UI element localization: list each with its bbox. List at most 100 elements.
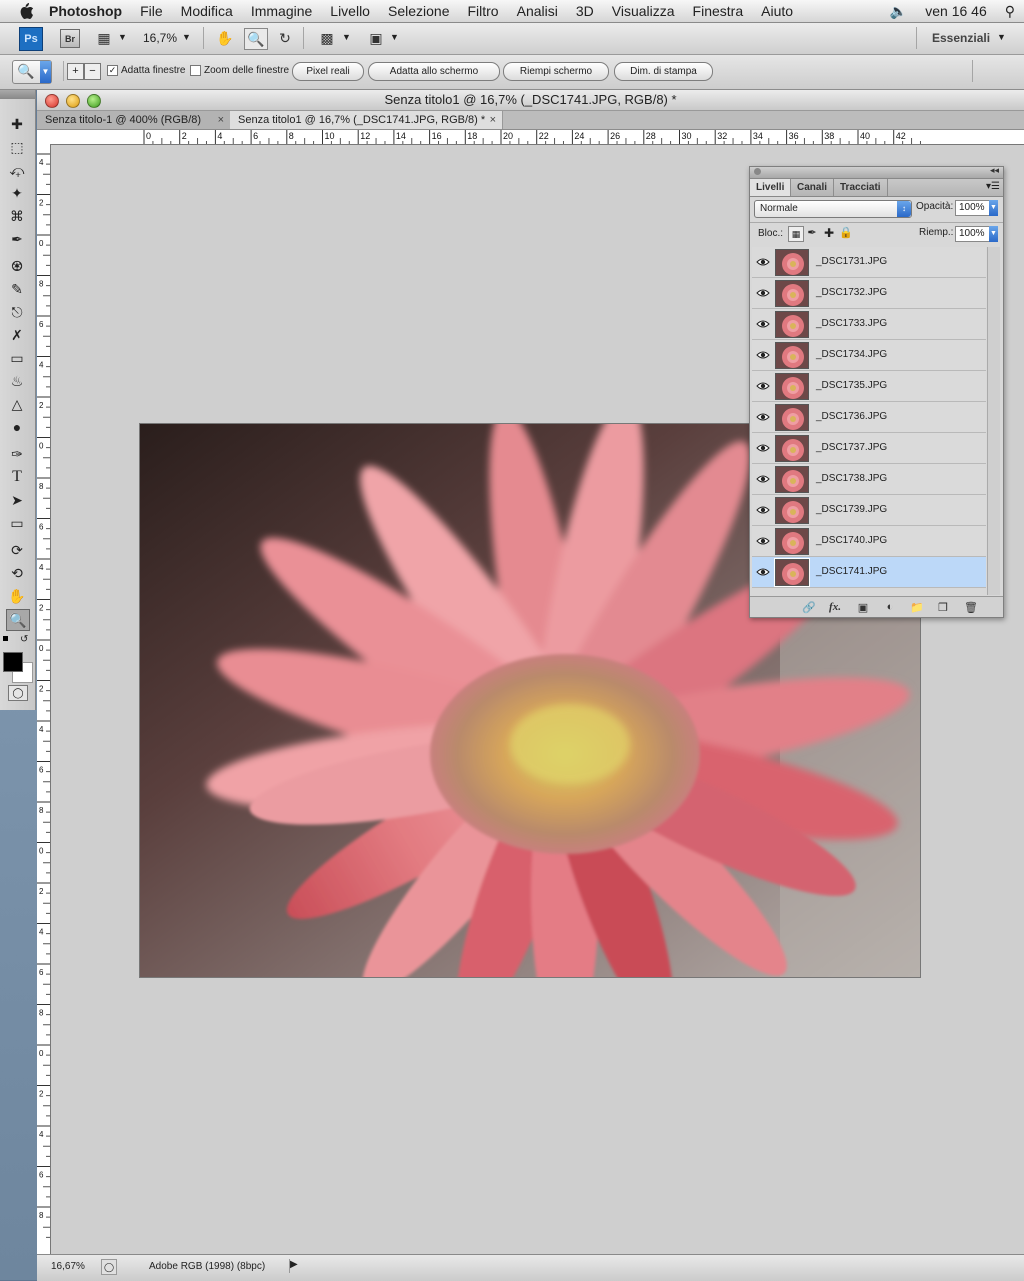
eyedropper-tool-icon[interactable]: ✒ [6,229,28,249]
document-title-bar[interactable]: Senza titolo1 @ 16,7% (_DSC1741.JPG, RGB… [37,90,1024,111]
eraser-tool-icon[interactable]: ▭ [6,348,28,368]
quick-mask-icon[interactable]: ◯ [8,685,28,701]
pixel-reali-button[interactable]: Pixel reali [292,62,364,81]
visibility-eye-icon[interactable] [756,534,770,548]
opacity-chevron-icon[interactable]: ▼ [989,200,998,216]
menu-filtro[interactable]: Filtro [458,3,507,19]
marquee-tool-icon[interactable]: ⬚ [6,137,28,157]
adjustment-layer-icon[interactable]: ◐ [883,600,897,614]
swap-colors-icon[interactable]: ↺ [20,634,28,645]
chevron-down-icon[interactable]: ▼ [390,32,399,42]
paint-bucket-tool-icon[interactable]: ♨ [6,371,28,391]
healing-brush-tool-icon[interactable]: ♼ [6,256,28,276]
vertical-ruler[interactable]: 4 2 0 8 6 4 2 0 8 6 4 2 0 2 4 6 8 0 2 4 6 8 0 2 4 6 8 [37,144,51,1254]
add-mask-icon[interactable]: ▣ [856,600,870,614]
chevron-down-icon[interactable]: ▼ [118,32,127,42]
fx-icon[interactable]: fx. [828,600,842,614]
panel-collapse-icon[interactable]: ◂◂ [990,165,999,176]
visibility-eye-icon[interactable] [756,317,770,331]
layer-row[interactable]: _DSC1732.JPG [752,278,986,309]
lock-transparency-icon[interactable]: ▦ [788,226,804,242]
shape-tool-icon[interactable]: ▭ [6,513,28,533]
chevron-down-icon[interactable]: ▼ [342,32,351,42]
zoom-level-field[interactable]: 16,7% [143,31,177,45]
volume-icon[interactable]: 🔈 [881,3,916,20]
zoom-out-icon[interactable]: − [84,63,101,80]
tab-document-1[interactable]: Senza titolo-1 @ 400% (RGB/8) × [37,111,231,129]
lasso-tool-icon[interactable]: ⤽ [6,160,28,180]
arrange-documents-icon[interactable]: ▩ [318,29,336,47]
layer-row[interactable]: _DSC1739.JPG [752,495,986,526]
screen-mode-icon[interactable]: ▣ [367,29,385,47]
tab-tracciati[interactable]: Tracciati [834,179,888,196]
layer-row[interactable]: _DSC1736.JPG [752,402,986,433]
history-brush-tool-icon[interactable]: ✗ [6,325,28,345]
ruler-origin[interactable] [37,130,51,145]
trash-icon[interactable]: 🗑 [964,600,978,614]
tab-canali[interactable]: Canali [791,179,835,196]
zoom-readout[interactable]: 16,67% [51,1261,85,1272]
path-selection-tool-icon[interactable]: ➤ [6,490,28,510]
visibility-eye-icon[interactable] [756,472,770,486]
zoom-tool-icon[interactable]: 🔍 [6,609,30,631]
layer-row[interactable]: _DSC1735.JPG [752,371,986,402]
rotate-view-icon[interactable]: ↻ [276,29,294,47]
blur-tool-icon[interactable]: △ [6,394,28,414]
tool-preset-picker[interactable]: 🔍 ▼ [12,60,52,84]
foreground-color-swatch[interactable] [3,652,23,672]
visibility-eye-icon[interactable] [756,410,770,424]
visibility-eye-icon[interactable] [756,348,770,362]
clone-stamp-tool-icon[interactable]: ⎋ [6,302,28,322]
visibility-eye-icon[interactable] [756,441,770,455]
layer-row[interactable]: _DSC1737.JPG [752,433,986,464]
minimize-window-icon[interactable] [66,94,80,108]
zoom-window-icon[interactable] [87,94,101,108]
riempi-schermo-button[interactable]: Riempi schermo [503,62,609,81]
blend-mode-select[interactable]: Normale ↕ [754,200,912,218]
lock-pixels-icon[interactable]: ✒ [805,226,819,240]
visibility-eye-icon[interactable] [756,503,770,517]
menu-clock[interactable]: ven 16 46 [916,3,996,19]
fill-chevron-icon[interactable]: ▼ [989,226,998,242]
panel-menu-icon[interactable]: ▾☰ [986,181,1000,192]
lock-all-icon[interactable]: 🔒 [839,226,853,240]
link-layers-icon[interactable]: 🔗 [802,600,816,614]
adatta-finestre-checkbox[interactable]: ✓ [107,65,118,76]
lock-position-icon[interactable]: ✚ [822,226,836,240]
panel-header[interactable]: ◂◂ [750,165,1003,179]
zoom-finestre-checkbox[interactable] [190,65,201,76]
status-arrow-icon[interactable]: ▶ [289,1259,300,1273]
menu-visualizza[interactable]: Visualizza [603,3,684,19]
pen-tool-icon[interactable]: ✑ [6,444,28,464]
status-menu-icon[interactable]: ◯ [101,1259,117,1275]
new-layer-icon[interactable]: ❐ [936,600,950,614]
close-window-icon[interactable] [45,94,59,108]
new-group-folder-icon[interactable]: 📁 [910,600,924,614]
layer-row[interactable]: _DSC1738.JPG [752,464,986,495]
adatta-finestre-option[interactable]: ✓ Adatta finestre [107,65,185,76]
menu-aiuto[interactable]: Aiuto [752,3,802,19]
zoom-finestre-option[interactable]: Zoom delle finestre [190,65,289,76]
panel-close-icon[interactable] [754,168,761,175]
visibility-eye-icon[interactable] [756,286,770,300]
move-tool-icon[interactable]: ✚ [6,114,28,134]
menu-3d[interactable]: 3D [567,3,603,19]
quick-selection-tool-icon[interactable]: ✦ [6,183,28,203]
layer-list-scrollbar[interactable] [987,247,1000,595]
menu-file[interactable]: File [131,3,172,19]
close-tab-icon[interactable]: × [490,111,496,129]
tab-document-2[interactable]: Senza titolo1 @ 16,7% (_DSC1741.JPG, RGB… [230,111,503,129]
visibility-eye-icon[interactable] [756,255,770,269]
layer-row[interactable]: _DSC1741.JPG [752,557,986,588]
layer-row[interactable]: _DSC1731.JPG [752,247,986,278]
type-tool-icon[interactable]: T [6,467,28,487]
hand-tool-icon[interactable]: ✋ [6,586,28,606]
mini-bridge-icon[interactable]: ▦ [95,29,113,47]
close-tab-icon[interactable]: × [218,111,224,129]
layer-row[interactable]: _DSC1734.JPG [752,340,986,371]
workspace-switcher[interactable]: Essenziali [932,31,990,45]
menu-finestra[interactable]: Finestra [684,3,753,19]
menu-livello[interactable]: Livello [321,3,379,19]
crop-tool-icon[interactable]: ⌘ [6,206,28,226]
menu-selezione[interactable]: Selezione [379,3,459,19]
